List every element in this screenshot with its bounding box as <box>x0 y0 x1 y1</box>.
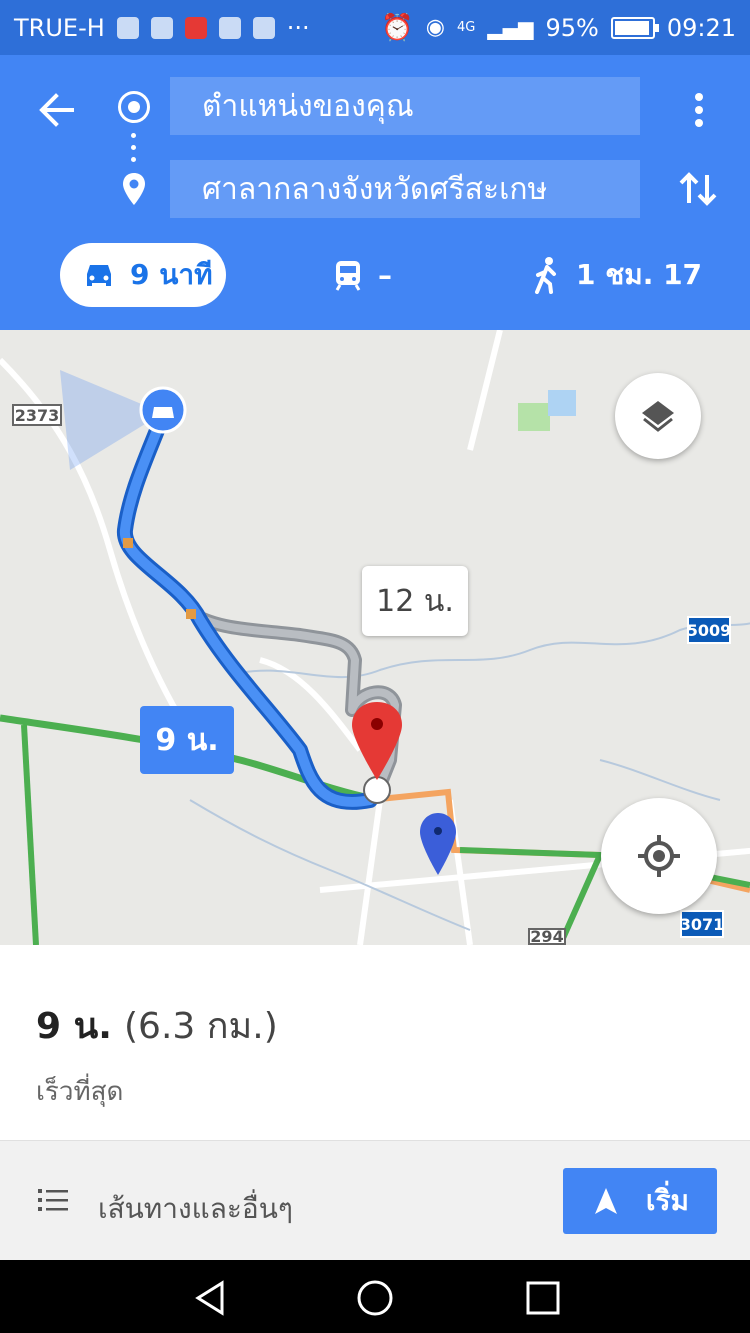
route-actions-bar: เส้นทางและอื่นๆ เริ่ม <box>0 1140 750 1260</box>
steps-and-more-button[interactable]: เส้นทางและอื่นๆ <box>98 1187 293 1231</box>
origin-input[interactable]: ตำแหน่งของคุณ <box>170 77 640 135</box>
car-marker-icon <box>152 407 174 418</box>
water-area <box>548 390 576 416</box>
tab-walk[interactable]: 1 ชม. 17 <box>532 243 702 307</box>
my-location-icon <box>638 835 680 877</box>
layers-button[interactable] <box>615 373 701 459</box>
walk-icon <box>535 257 556 294</box>
map-view[interactable]: 2373 5009 3071 294 12 น. 9 น. <box>0 330 750 945</box>
directions-header: ตำแหน่งของคุณ ศาลากลางจังหวัดศรีสะเกษ 9 … <box>0 55 750 330</box>
triangle-back-icon <box>195 1280 224 1316</box>
route-note: เร็วที่สุด <box>36 1077 124 1107</box>
road-shield-3071: 3071 <box>680 910 724 938</box>
image-notification-icon <box>218 16 241 39</box>
car-icon <box>87 265 111 286</box>
square-recents-icon <box>526 1281 560 1315</box>
my-location-button[interactable] <box>601 798 717 914</box>
route-distance: (6.3 กม.) <box>124 1006 278 1047</box>
shield-notification-icon <box>116 16 139 39</box>
carrier-label: TRUE-H <box>14 13 105 42</box>
road-shield-294: 294 <box>528 927 566 945</box>
main-route-label[interactable]: 9 น. <box>140 706 234 774</box>
destination-pin-icon <box>352 702 402 780</box>
system-nav-bar <box>0 1260 750 1333</box>
app-notification-icon <box>252 16 275 39</box>
road-shield-2373: 2373 <box>12 404 62 426</box>
system-home-button[interactable] <box>355 1278 395 1318</box>
navigation-arrow-icon <box>595 1188 617 1214</box>
route-duration: 9 น. <box>36 1006 112 1047</box>
layers-icon <box>642 401 674 432</box>
transit-time: – <box>378 258 392 292</box>
train-icon <box>335 261 361 291</box>
battery-level-fill <box>614 20 649 35</box>
destination-dot <box>363 776 391 804</box>
youtube-notification-icon <box>184 16 207 39</box>
tab-drive[interactable]: 9 นาที <box>60 243 226 307</box>
network-type: 4G <box>456 20 476 35</box>
park-area <box>518 403 550 431</box>
poi-pin-icon <box>420 813 456 875</box>
more-notifications-icon: ··· <box>286 13 310 42</box>
alternate-route-label[interactable]: 12 น. <box>362 566 468 636</box>
swap-route-button[interactable] <box>676 165 720 213</box>
back-arrow-icon <box>39 93 74 127</box>
alarm-icon: ⏰ <box>381 12 414 43</box>
eye-comfort-icon: ◉ <box>425 15 445 40</box>
origin-marker-icon <box>118 91 150 123</box>
start-navigation-button[interactable]: เริ่ม <box>563 1168 717 1234</box>
destination-marker-icon <box>118 170 150 210</box>
list-icon[interactable] <box>38 1187 68 1213</box>
destination-input[interactable]: ศาลากลางจังหวัดศรีสะเกษ <box>170 160 640 218</box>
traffic-segment-marker <box>123 538 133 548</box>
traffic-road-south <box>21 724 39 945</box>
status-bar: TRUE-H ··· ⏰ ◉ 4G ▂▄▆ 95% 09:21 <box>0 0 750 55</box>
gallery-notification-icon <box>150 16 173 39</box>
travel-mode-tabs: 9 นาที – 1 ชม. 17 <box>0 243 750 307</box>
battery-percent: 95% <box>545 13 599 42</box>
system-recents-button[interactable] <box>523 1278 563 1318</box>
route-dots-icon <box>131 133 137 163</box>
battery-icon <box>610 16 659 39</box>
circle-home-icon <box>357 1280 393 1316</box>
system-back-button[interactable] <box>190 1278 230 1318</box>
start-label: เริ่ม <box>645 1184 689 1217</box>
swap-vert-icon <box>679 172 717 206</box>
tab-transit[interactable]: – <box>332 243 392 307</box>
road-shield-5009: 5009 <box>687 616 731 644</box>
signal-icon: ▂▄▆ <box>487 15 534 40</box>
more-vert-icon <box>695 93 703 127</box>
walk-time: 1 ชม. 17 <box>576 258 703 291</box>
drive-time: 9 นาที <box>130 258 213 291</box>
clock: 09:21 <box>666 13 736 42</box>
route-summary-sheet[interactable]: 9 น. (6.3 กม.) เร็วที่สุด <box>0 945 750 1140</box>
back-button[interactable] <box>32 85 82 135</box>
traffic-segment-marker <box>186 609 196 619</box>
more-options-button[interactable] <box>684 85 714 135</box>
